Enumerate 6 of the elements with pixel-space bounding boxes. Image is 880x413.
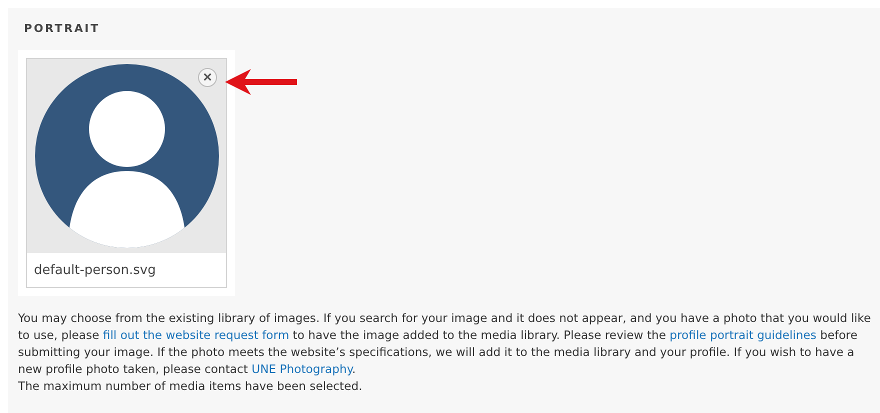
text-link[interactable]: profile portrait guidelines (670, 328, 816, 342)
text-link[interactable]: fill out the website request form (102, 328, 290, 342)
text-link[interactable]: UNE Photography (252, 362, 352, 376)
limit-note: The maximum number of media items have been selected. (18, 378, 364, 395)
description-text: You may choose from the existing library of images. If you search for your image and it does not appear, and you have a photo that you would like to use, please fill out the website request form to have the image added to the media library. Please review the profile portrait guidelines before submitting your image. If the photo meets the website’s specifications, we will add it to the media library and your profile. If you wish to have a new profile photo taken, please contact UNE Photography. (18, 310, 872, 378)
section-title: PORTRAIT (24, 22, 101, 35)
